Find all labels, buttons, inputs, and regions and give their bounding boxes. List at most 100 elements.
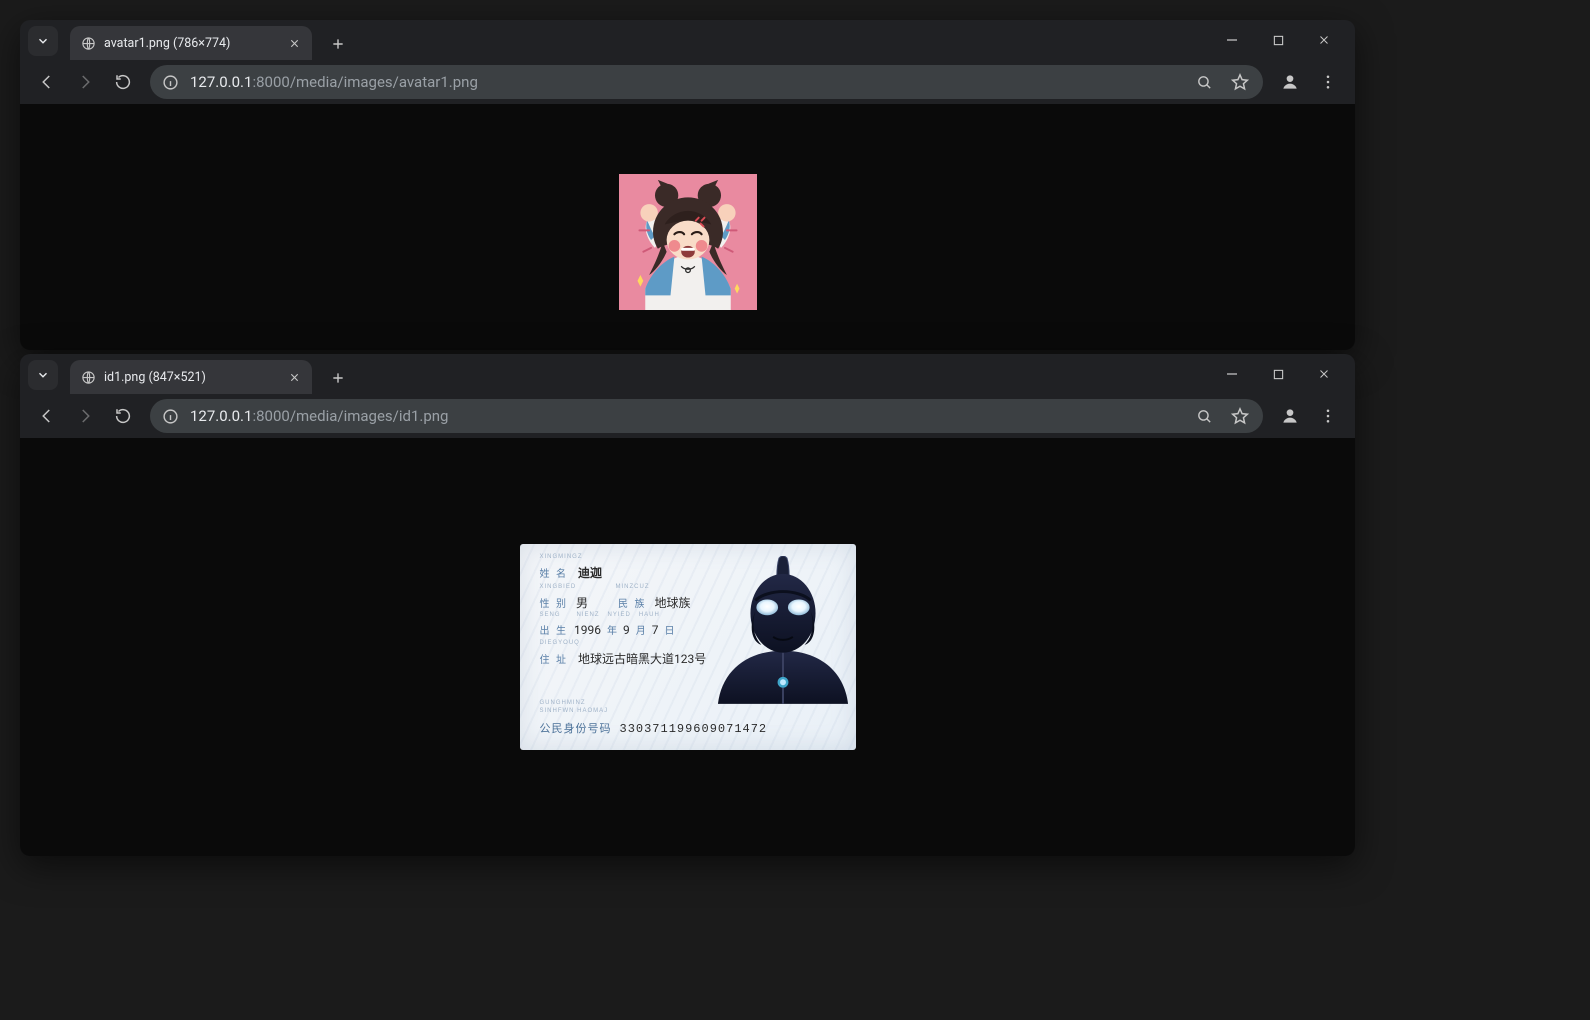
browser-toolbar: 127.0.0.1:8000/media/images/id1.png — [20, 394, 1355, 438]
close-icon — [289, 38, 300, 49]
info-icon — [162, 408, 179, 425]
new-tab-button[interactable] — [324, 30, 352, 58]
user-icon — [1280, 72, 1300, 92]
id-number-value: 330371199609071472 — [620, 722, 768, 736]
new-tab-button[interactable] — [324, 364, 352, 392]
url-port: :8000 — [252, 407, 289, 425]
content-area[interactable]: XINGMINGZ 姓 名 迪迦 XINGBIED MINZCUZ 性 别 男 … — [20, 438, 1355, 856]
maximize-icon — [1273, 35, 1284, 46]
id-pinyin: SENG NIENZ NYIED HAUH — [540, 612, 660, 618]
close-icon — [1318, 368, 1330, 380]
id-card-image: XINGMINGZ 姓 名 迪迦 XINGBIED MINZCUZ 性 别 男 … — [520, 544, 856, 750]
minimize-icon — [1226, 34, 1238, 46]
arrow-right-icon — [76, 407, 94, 425]
kebab-icon — [1319, 73, 1337, 91]
id-name-value: 迪迦 — [578, 564, 602, 581]
forward-button[interactable] — [68, 399, 102, 433]
tab-close-button[interactable] — [286, 369, 302, 385]
browser-window-bottom: id1.png (847×521) — [20, 354, 1355, 856]
back-button[interactable] — [30, 399, 64, 433]
magnifier-icon — [1196, 408, 1213, 425]
bookmark-button[interactable] — [1227, 403, 1253, 429]
tab-title: avatar1.png (786×774) — [104, 36, 278, 51]
back-button[interactable] — [30, 65, 64, 99]
id-addr-label: 住 址 — [540, 651, 568, 666]
close-icon — [1318, 34, 1330, 46]
magnifier-icon — [1196, 74, 1213, 91]
bookmark-button[interactable] — [1227, 69, 1253, 95]
site-info-button[interactable] — [160, 72, 180, 92]
url-port: :8000 — [252, 73, 289, 91]
reload-icon — [114, 407, 132, 425]
zoom-button[interactable] — [1191, 69, 1217, 95]
id-ethnic-label: 民 族 — [618, 595, 646, 610]
maximize-button[interactable] — [1255, 24, 1301, 56]
id-birth-day: 7 — [652, 623, 659, 637]
url-path: /media/images/avatar1.png — [290, 73, 478, 91]
id-pinyin: XINGMINGZ — [540, 554, 583, 560]
star-icon — [1231, 73, 1249, 91]
id-birth-year: 1996 — [574, 623, 601, 637]
chevron-down-icon — [36, 34, 50, 48]
id-birth-label: 出 生 — [540, 622, 568, 637]
url-host: 127.0.0.1 — [190, 73, 252, 91]
id-pinyin: SINHFWN HAOMAJ — [540, 708, 609, 714]
site-info-button[interactable] — [160, 406, 180, 426]
tab-search-button[interactable] — [28, 360, 58, 390]
tab-close-button[interactable] — [286, 35, 302, 51]
avatar-image — [619, 174, 757, 310]
close-window-button[interactable] — [1301, 24, 1347, 56]
browser-toolbar: 127.0.0.1:8000/media/images/avatar1.png — [20, 60, 1355, 104]
menu-button[interactable] — [1311, 65, 1345, 99]
id-sex-value: 男 — [576, 594, 588, 611]
tab-search-button[interactable] — [28, 26, 58, 56]
forward-button[interactable] — [68, 65, 102, 99]
info-icon — [162, 74, 179, 91]
url-text: 127.0.0.1:8000/media/images/avatar1.png — [190, 73, 478, 91]
reload-icon — [114, 73, 132, 91]
browser-tab[interactable]: id1.png (847×521) — [70, 360, 312, 394]
id-ethnic-value: 地球族 — [654, 594, 690, 611]
close-window-button[interactable] — [1301, 358, 1347, 390]
arrow-left-icon — [38, 73, 56, 91]
id-sex-label: 性 别 — [540, 595, 568, 610]
profile-button[interactable] — [1273, 399, 1307, 433]
browser-tab[interactable]: avatar1.png (786×774) — [70, 26, 312, 60]
url-path: /media/images/id1.png — [290, 407, 449, 425]
reload-button[interactable] — [106, 65, 140, 99]
menu-button[interactable] — [1311, 399, 1345, 433]
id-number-label: 公民身份号码 — [540, 720, 612, 736]
tab-title: id1.png (847×521) — [104, 370, 278, 385]
id-pinyin: GUNGHMINZ — [540, 700, 586, 706]
plus-icon — [331, 37, 345, 51]
reload-button[interactable] — [106, 399, 140, 433]
id-pinyin: XINGBIED — [540, 584, 577, 590]
maximize-button[interactable] — [1255, 358, 1301, 390]
minimize-button[interactable] — [1209, 24, 1255, 56]
url-host: 127.0.0.1 — [190, 407, 252, 425]
content-area[interactable] — [20, 104, 1355, 350]
arrow-right-icon — [76, 73, 94, 91]
address-bar[interactable]: 127.0.0.1:8000/media/images/id1.png — [150, 399, 1263, 433]
id-name-label: 姓 名 — [540, 565, 568, 580]
kebab-icon — [1319, 407, 1337, 425]
plus-icon — [331, 371, 345, 385]
user-icon — [1280, 406, 1300, 426]
id-photo — [714, 556, 852, 704]
address-bar[interactable]: 127.0.0.1:8000/media/images/avatar1.png — [150, 65, 1263, 99]
zoom-button[interactable] — [1191, 403, 1217, 429]
minimize-icon — [1226, 368, 1238, 380]
id-birth-month: 9 — [623, 623, 630, 637]
minimize-button[interactable] — [1209, 358, 1255, 390]
id-addr-value: 地球远古暗黑大道123号 — [578, 650, 706, 667]
id-pinyin: DIEGYOUQ — [540, 640, 580, 646]
chevron-down-icon — [36, 368, 50, 382]
arrow-left-icon — [38, 407, 56, 425]
maximize-icon — [1273, 369, 1284, 380]
globe-icon — [80, 369, 96, 385]
profile-button[interactable] — [1273, 65, 1307, 99]
star-icon — [1231, 407, 1249, 425]
id-year-unit: 年 — [607, 622, 617, 637]
tab-strip: avatar1.png (786×774) — [20, 20, 1355, 60]
browser-window-top: avatar1.png (786×774) — [20, 20, 1355, 350]
